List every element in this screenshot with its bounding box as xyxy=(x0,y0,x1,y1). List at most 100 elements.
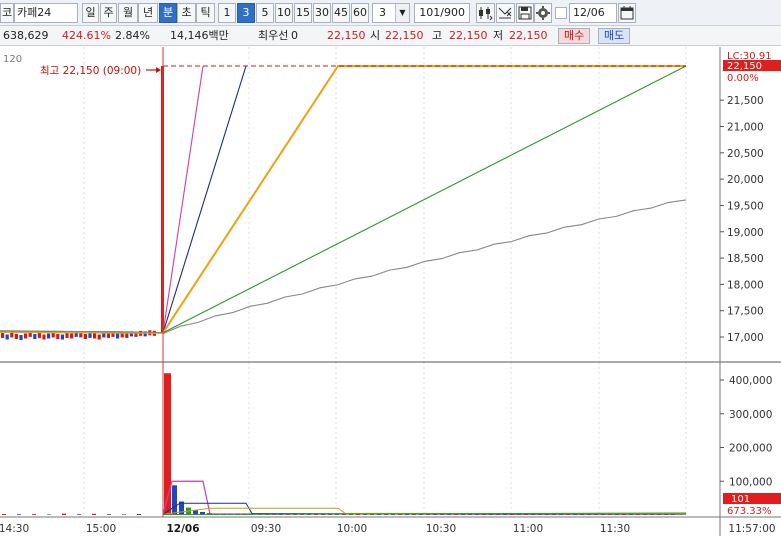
volume-rate-value: 424.61% xyxy=(62,29,111,42)
candle xyxy=(5,334,9,340)
price-chart-area[interactable]: 120 21,500 21,000 20,500 20,000 19,500 19,000… xyxy=(0,47,781,536)
price-tick-label: 20,500 xyxy=(727,148,764,160)
volume-bar xyxy=(32,514,36,515)
volume-change-tag: 673.33% xyxy=(727,506,772,517)
minute-60-button[interactable]: 60 xyxy=(351,3,369,23)
candle xyxy=(65,332,69,338)
period-day-button[interactable]: 일 xyxy=(82,3,99,23)
minute-15-button[interactable]: 15 xyxy=(294,3,312,23)
low-price-value: 22,150 xyxy=(509,29,548,42)
price-tick-label: 17,500 xyxy=(727,306,764,318)
volume-bar xyxy=(172,485,177,515)
volume-bar-peak xyxy=(164,373,171,515)
price-tick-label: 19,500 xyxy=(727,200,764,212)
time-tick-label: 15:00 xyxy=(86,523,116,535)
candle-style-icon[interactable] xyxy=(476,3,495,23)
save-icon[interactable] xyxy=(516,3,534,23)
price-tick-label: 20,000 xyxy=(727,174,764,186)
time-tick-label: 10:00 xyxy=(337,523,367,535)
candle xyxy=(42,334,46,340)
period-tick-button[interactable]: 틱 xyxy=(196,3,215,23)
time-tick-label: 11:57:00 xyxy=(728,523,775,535)
time-tick-label: 10:30 xyxy=(426,523,456,535)
candle xyxy=(24,333,28,339)
date-field[interactable]: 12/06 xyxy=(569,3,617,23)
current-price-value: 22,150 xyxy=(327,29,366,42)
time-tick-label: 12/06 xyxy=(166,523,199,535)
candle xyxy=(33,334,37,339)
volume-value: 638,629 xyxy=(3,29,49,42)
price-tick-label: 21,500 xyxy=(727,95,764,107)
volume-bar xyxy=(47,514,51,515)
volume-bar xyxy=(2,513,6,515)
date-checkbox[interactable] xyxy=(555,7,567,19)
volume-bar xyxy=(122,514,126,515)
price-tick-label: 19,000 xyxy=(727,227,764,239)
volume-bar xyxy=(62,513,66,515)
sell-button[interactable]: 매도 xyxy=(598,28,631,44)
candle xyxy=(19,335,23,341)
quote-info-row: 638,629 424.61% 2.84% 14,146백만 최우선 0 22,… xyxy=(0,26,781,46)
period-minute-button[interactable]: 분 xyxy=(159,3,177,23)
chart-tool-icon[interactable] xyxy=(496,3,515,23)
open-label: 시 xyxy=(370,29,381,42)
candle xyxy=(125,332,129,338)
volume-tick-label: 300,000 xyxy=(729,409,772,421)
chevron-down-icon[interactable]: ▼ xyxy=(395,4,409,22)
chart-plot-bg xyxy=(0,47,720,536)
price-tick-label: 18,000 xyxy=(727,279,764,291)
candle xyxy=(83,334,87,339)
period-second-button[interactable]: 초 xyxy=(177,3,196,23)
candle xyxy=(60,334,64,340)
buy-button[interactable]: 매수 xyxy=(558,28,591,44)
high-price-value: 22,150 xyxy=(449,29,488,42)
interval-value: 3 xyxy=(379,6,386,19)
price-tick-label: 17,000 xyxy=(727,332,764,344)
minute-3-button[interactable]: 3 xyxy=(237,3,255,23)
current-price-tag: 22,150 xyxy=(727,61,762,72)
turnover-rate-value: 2.84% xyxy=(115,29,150,42)
chart-toolbar: 코 카페24 일 주 월 년 분 초 틱 1 3 5 10 15 30 45 6… xyxy=(0,0,781,26)
candle xyxy=(10,332,14,338)
gear-icon[interactable] xyxy=(534,3,552,23)
candle xyxy=(37,332,41,338)
low-label: 저 xyxy=(493,29,504,42)
volume-bar xyxy=(17,514,21,515)
period-month-button[interactable]: 월 xyxy=(118,3,138,23)
time-tick-label: 14:30 xyxy=(0,523,29,535)
volume-tick-label: 100,000 xyxy=(729,476,772,488)
minute-45-button[interactable]: 45 xyxy=(332,3,350,23)
minute-5-button[interactable]: 5 xyxy=(256,3,274,23)
time-tick-label: 11:00 xyxy=(513,523,543,535)
time-tick-label: 11:30 xyxy=(600,523,630,535)
period-week-button[interactable]: 주 xyxy=(100,3,117,23)
data-count-field[interactable]: 101/900 xyxy=(414,3,470,23)
price-tick-label: 21,000 xyxy=(727,122,764,134)
best-bid-value: 0 xyxy=(291,29,298,42)
candle xyxy=(70,333,74,339)
best-bid-label: 최우선 xyxy=(258,29,289,42)
volume-bar xyxy=(107,514,111,515)
period-year-button[interactable]: 년 xyxy=(138,3,158,23)
interval-select[interactable]: 3 ▼ xyxy=(372,3,410,23)
minute-30-button[interactable]: 30 xyxy=(313,3,331,23)
volume-bar xyxy=(92,513,96,515)
stock-name-field[interactable]: 카페24 xyxy=(14,3,78,23)
candle xyxy=(1,332,5,338)
high-annotation: 최고 22,150 (09:00) xyxy=(40,65,141,77)
minute-1-button[interactable]: 1 xyxy=(218,3,236,23)
volume-bar xyxy=(77,514,81,515)
candle xyxy=(116,333,120,339)
candle xyxy=(56,334,60,339)
calendar-icon[interactable] xyxy=(618,3,636,23)
market-prefix[interactable]: 코 xyxy=(0,3,14,23)
volume-tick-label: 400,000 xyxy=(729,375,772,387)
candle xyxy=(93,333,97,339)
candle xyxy=(14,334,18,339)
volume-tag: 101 xyxy=(731,494,750,505)
price-tick-label: 18,500 xyxy=(727,253,764,265)
trade-amount-value: 14,146백만 xyxy=(170,29,229,42)
price-axis-bg xyxy=(720,47,781,536)
minute-10-button[interactable]: 10 xyxy=(275,3,293,23)
high-label: 고 xyxy=(432,29,443,42)
